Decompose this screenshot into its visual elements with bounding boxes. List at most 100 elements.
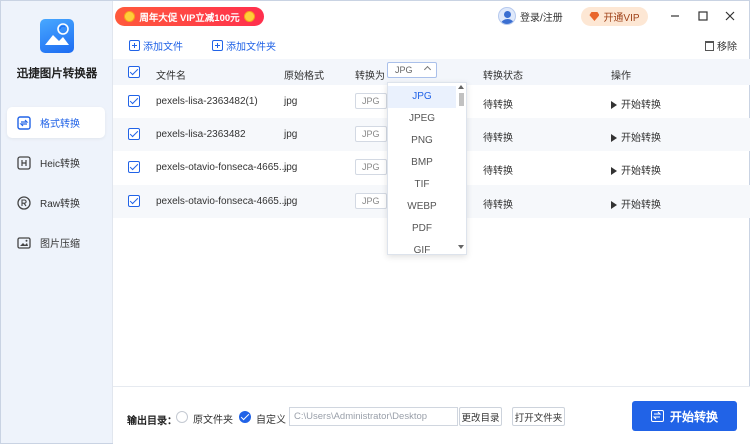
- format-dropdown-list[interactable]: JPG JPEG PNG BMP TIF WEBP PDF GIF: [387, 82, 467, 255]
- sidebar-item-label: Heic转换: [40, 159, 81, 170]
- open-folder-button[interactable]: 打开文件夹: [512, 407, 565, 426]
- format-option[interactable]: PDF: [388, 218, 456, 240]
- row-target-select[interactable]: JPG: [355, 126, 387, 142]
- row-status: 待转换: [483, 133, 513, 144]
- row-start-button[interactable]: 开始转换: [611, 162, 661, 177]
- header-original-format: 原始格式: [284, 71, 324, 82]
- login-label: 登录/注册: [520, 12, 563, 24]
- row-target-select[interactable]: JPG: [355, 93, 387, 109]
- format-option[interactable]: TIF: [388, 174, 456, 196]
- sidebar-item-label: 图片压缩: [40, 239, 80, 250]
- row-target-value: JPG: [362, 129, 380, 139]
- vip-label: 开通VIP: [603, 13, 640, 24]
- row-checkbox[interactable]: [128, 161, 140, 173]
- sidebar-item-label: 格式转换: [40, 119, 80, 130]
- row-format: jpg: [284, 162, 298, 173]
- row-file-name: pexels-lisa-2363482(1): [156, 96, 258, 107]
- add-file-label: 添加文件: [143, 42, 183, 53]
- vip-button[interactable]: 开通VIP: [581, 7, 648, 26]
- row-status: 待转换: [483, 100, 513, 111]
- sidebar-item-format-convert[interactable]: 格式转换: [7, 107, 105, 138]
- close-icon[interactable]: [720, 6, 740, 26]
- header-file-name: 文件名: [156, 71, 186, 82]
- add-file-button[interactable]: 添加文件: [129, 38, 183, 53]
- original-folder-label: 原文件夹: [193, 415, 233, 426]
- row-format: jpg: [284, 129, 298, 140]
- chevron-up-icon: [423, 65, 432, 74]
- coin-icon: [243, 11, 255, 22]
- row-start-button[interactable]: 开始转换: [611, 196, 661, 211]
- sidebar-item-heic[interactable]: Heic转换: [7, 147, 105, 178]
- row-start-button[interactable]: 开始转换: [611, 129, 661, 144]
- select-all-checkbox[interactable]: [128, 66, 140, 78]
- promo-text: 周年大促 VIP立减100元: [139, 12, 240, 24]
- maximize-icon[interactable]: [693, 6, 713, 26]
- row-target-value: JPG: [362, 96, 380, 106]
- play-icon: [611, 101, 617, 109]
- row-target-select[interactable]: JPG: [355, 193, 387, 209]
- format-option[interactable]: BMP: [388, 152, 456, 174]
- format-convert-icon: [17, 115, 31, 130]
- original-folder-radio[interactable]: [176, 411, 188, 423]
- sidebar-item-compress[interactable]: 图片压缩: [7, 227, 105, 258]
- sidebar-item-label: Raw转换: [40, 199, 81, 210]
- output-path-value: C:\Users\Administrator\Desktop: [294, 411, 428, 422]
- dropdown-scrollbar[interactable]: [459, 93, 464, 106]
- row-file-name: pexels-lisa-2363482: [156, 129, 246, 140]
- add-folder-icon: [212, 40, 223, 51]
- format-option[interactable]: GIF: [388, 240, 456, 254]
- row-target-value: JPG: [362, 162, 380, 172]
- raw-icon: [17, 195, 31, 210]
- sidebar: 迅捷图片转换器 格式转换 Heic转换 Raw转换 图片压缩: [1, 1, 113, 443]
- heic-icon: [17, 155, 31, 170]
- row-start-button[interactable]: 开始转换: [611, 96, 661, 111]
- format-option[interactable]: PNG: [388, 130, 456, 152]
- header-status: 转换状态: [483, 71, 523, 82]
- row-target-value: JPG: [362, 196, 380, 206]
- remove-button[interactable]: 移除: [705, 38, 737, 53]
- row-target-select[interactable]: JPG: [355, 159, 387, 175]
- scroll-up-icon[interactable]: [458, 85, 464, 89]
- convert-to-all-value: JPG: [395, 65, 413, 75]
- promo-banner[interactable]: 周年大促 VIP立减100元: [115, 7, 264, 26]
- sidebar-item-raw[interactable]: Raw转换: [7, 187, 105, 218]
- row-file-name: pexels-otavio-fonseca-4665...: [156, 162, 288, 173]
- play-icon: [611, 134, 617, 142]
- row-start-label: 开始转换: [621, 200, 661, 211]
- convert-to-all-select[interactable]: JPG: [387, 62, 437, 78]
- format-option[interactable]: WEBP: [388, 196, 456, 218]
- output-dir-label: 输出目录：: [127, 416, 177, 427]
- trash-icon: [705, 40, 714, 51]
- row-checkbox[interactable]: [128, 195, 140, 207]
- vip-gem-icon: [589, 12, 600, 21]
- start-convert-button[interactable]: 开始转换: [632, 401, 737, 431]
- row-status: 待转换: [483, 166, 513, 177]
- output-path-field[interactable]: C:\Users\Administrator\Desktop: [289, 407, 458, 426]
- add-folder-button[interactable]: 添加文件夹: [212, 38, 276, 53]
- scroll-down-icon[interactable]: [458, 245, 464, 249]
- play-icon: [611, 167, 617, 175]
- header-convert-to: 转换为: [355, 71, 385, 82]
- remove-label: 移除: [717, 42, 737, 53]
- row-checkbox[interactable]: [128, 95, 140, 107]
- format-option[interactable]: JPEG: [388, 108, 456, 130]
- format-option[interactable]: JPG: [388, 86, 456, 108]
- minimize-icon[interactable]: [665, 6, 685, 26]
- add-folder-label: 添加文件夹: [226, 42, 276, 53]
- row-checkbox[interactable]: [128, 128, 140, 140]
- custom-folder-label: 自定义: [256, 415, 286, 426]
- change-dir-button[interactable]: 更改目录: [459, 407, 502, 426]
- play-icon: [611, 201, 617, 209]
- row-format: jpg: [284, 196, 298, 207]
- login-button[interactable]: 登录/注册: [498, 6, 563, 26]
- app-title: 迅捷图片转换器: [16, 68, 98, 80]
- row-start-label: 开始转换: [621, 166, 661, 177]
- add-file-icon: [129, 40, 140, 51]
- header-action: 操作: [611, 71, 631, 82]
- coin-icon: [124, 11, 136, 22]
- convert-icon: [650, 410, 664, 422]
- row-start-label: 开始转换: [621, 100, 661, 111]
- avatar-icon: [498, 7, 516, 25]
- row-format: jpg: [284, 96, 298, 107]
- custom-folder-radio[interactable]: [239, 411, 251, 423]
